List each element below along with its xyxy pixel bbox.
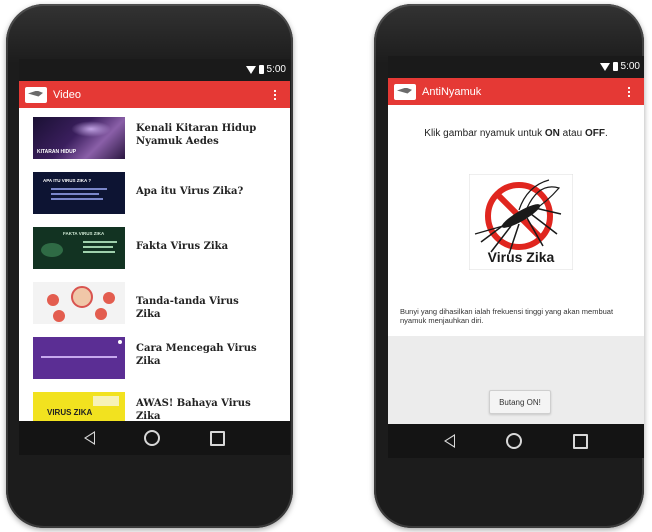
video-thumbnail [33,282,125,324]
home-icon[interactable] [144,430,161,446]
app-bar: Video [19,81,290,108]
video-title: Kenali Kitaran Hidup Nyamuk Aedes [136,123,257,147]
screen-antinyamuk: 5:00 AntiNyamuk Klik gambar nyamuk untuk… [388,56,644,458]
description-text: Bunyi yang dihasilkan ialah frekuensi ti… [400,307,614,325]
app-logo-icon [394,83,416,100]
phone-gloss [374,4,644,64]
image-label: Virus Zika [488,249,555,265]
mosquito-prohibited-icon: Virus Zika [468,173,574,271]
status-bar: 5:00 [19,59,290,81]
instruction-off: OFF [584,128,605,139]
back-icon[interactable] [83,431,95,445]
video-title: Cara Mencegah Virus Zika [136,343,257,367]
app-title: Video [53,88,81,101]
status-time: 5:00 [620,61,640,72]
app-bar: AntiNyamuk [388,78,644,105]
video-item[interactable]: FAKTA VIRUS ZIKA Fakta Virus Zika [19,218,290,273]
thumbnail-caption: APA ITU VIRUS ZIKA ? [43,178,92,183]
back-icon[interactable] [443,434,455,448]
on-button[interactable]: Butang ON! [489,390,551,414]
video-item[interactable]: APA ITU VIRUS ZIKA ? Apa itu Virus Zika? [19,163,290,218]
screen-video: 5:00 Video KITARAN HIDUP Kenali Kitaran … [19,59,290,455]
battery-icon [612,62,618,71]
video-thumbnail: APA ITU VIRUS ZIKA ? [33,172,125,214]
status-time: 5:00 [266,64,286,75]
video-title: AWAS! Bahaya Virus Zika [136,398,251,422]
recent-apps-icon[interactable] [210,430,226,446]
overflow-menu-icon[interactable] [628,86,630,97]
phone-video: 5:00 Video KITARAN HIDUP Kenali Kitaran … [6,4,293,528]
status-bar: 5:00 [388,56,644,78]
video-title: Tanda-tanda Virus Zika [136,296,239,320]
phone-antinyamuk: 5:00 AntiNyamuk Klik gambar nyamuk untuk… [374,4,644,528]
video-thumbnail: KITARAN HIDUP [33,117,125,159]
video-item[interactable]: Cara Mencegah Virus Zika [19,328,290,383]
instruction-part: atau [559,128,585,139]
recent-apps-icon[interactable] [573,433,589,449]
face-icon [71,286,93,308]
video-item[interactable]: KITARAN HIDUP Kenali Kitaran Hidup Nyamu… [19,108,290,163]
battery-icon [258,65,264,74]
android-nav-bar [19,421,290,455]
home-icon[interactable] [505,433,522,449]
mosquito-toggle-image[interactable]: Virus Zika [468,173,574,271]
video-thumbnail: FAKTA VIRUS ZIKA [33,227,125,269]
android-nav-bar [388,424,644,458]
instruction-on: ON [544,128,560,139]
video-title: Apa itu Virus Zika? [136,186,244,197]
app-logo-icon [25,86,47,103]
phone-gloss [6,4,293,64]
app-title: AntiNyamuk [422,85,482,98]
video-thumbnail [33,337,125,379]
instruction-part: . [604,128,608,139]
wifi-icon [245,65,256,74]
instruction-text: Klik gambar nyamuk untuk ON atau OFF. [388,128,644,139]
thumbnail-caption: KITARAN HIDUP [37,149,77,155]
thumbnail-caption: FAKTA VIRUS ZIKA [63,231,105,236]
video-item[interactable]: Tanda-tanda Virus Zika [19,273,290,328]
instruction-part: Klik gambar nyamuk untuk [424,128,545,139]
thumbnail-caption: VIRUS ZIKA [47,408,93,417]
video-list: KITARAN HIDUP Kenali Kitaran Hidup Nyamu… [19,108,290,438]
wifi-icon [599,62,610,71]
overflow-menu-icon[interactable] [274,89,276,100]
video-title: Fakta Virus Zika [136,241,229,252]
